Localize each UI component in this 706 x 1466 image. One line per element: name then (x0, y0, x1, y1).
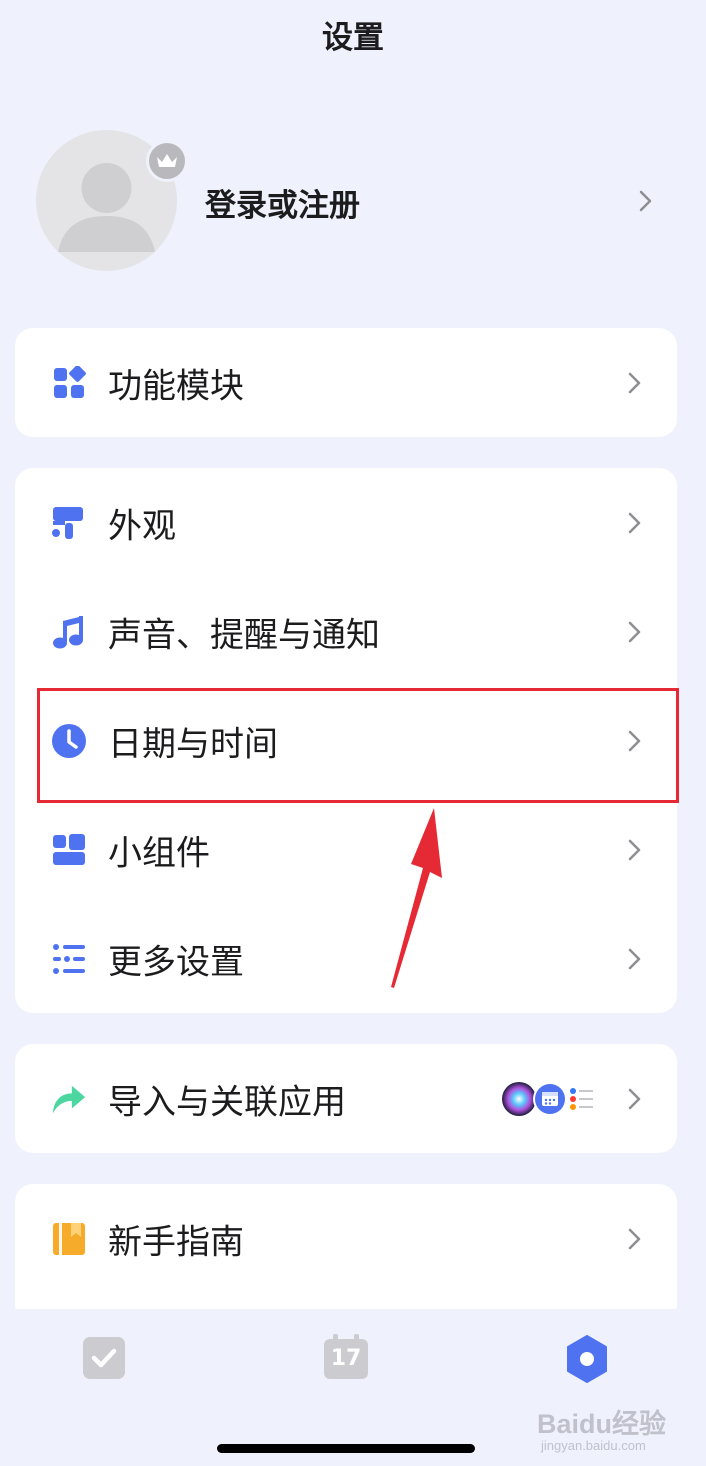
settings-item-more[interactable]: 更多设置 (15, 904, 677, 1013)
settings-item-label: 功能模块 (108, 366, 244, 406)
paint-roller-icon (51, 505, 87, 541)
chevron-right-icon (628, 1088, 641, 1109)
settings-item-label: 导入与关联应用 (108, 1082, 346, 1122)
book-icon (51, 1221, 87, 1257)
watermark: Baidu经验 jingyan.baidu.com (537, 1400, 697, 1464)
home-indicator (217, 1444, 475, 1453)
list-settings-icon (51, 941, 87, 977)
settings-item-label: 声音、提醒与通知 (108, 615, 380, 655)
settings-item-import[interactable]: 导入与关联应用 (15, 1044, 677, 1153)
tab-tasks[interactable] (81, 1335, 127, 1381)
chevron-right-icon (639, 190, 652, 212)
card-guide: 新手指南 (15, 1184, 677, 1324)
highlight-box (37, 688, 679, 803)
watermark-text: Baidu经验 (537, 1409, 667, 1439)
settings-item-label: 更多设置 (108, 942, 244, 982)
chevron-right-icon (628, 621, 641, 642)
watermark-subtext: jingyan.baidu.com (541, 1438, 646, 1453)
annotation-arrow (391, 808, 442, 988)
chevron-right-icon (628, 948, 641, 969)
settings-item-sound[interactable]: 声音、提醒与通知 (15, 577, 677, 686)
chevron-right-icon (628, 839, 641, 860)
tab-settings[interactable] (563, 1335, 611, 1383)
widgets-icon (51, 832, 87, 868)
grid-icon (51, 365, 87, 401)
chevron-right-icon (628, 372, 641, 393)
profile-row[interactable]: 登录或注册 (36, 128, 656, 273)
login-register-label: 登录或注册 (205, 188, 360, 224)
settings-item-label: 外观 (108, 506, 176, 546)
calendar-day: 17 (330, 1346, 362, 1371)
settings-item-label: 小组件 (108, 833, 210, 873)
music-note-icon (51, 614, 87, 650)
crown-icon (146, 140, 188, 182)
card-import: 导入与关联应用 (15, 1044, 677, 1153)
page-title: 设置 (322, 20, 384, 56)
settings-item-modules[interactable]: 功能模块 (15, 328, 677, 437)
settings-item-appearance[interactable]: 外观 (15, 468, 677, 577)
share-arrow-icon (51, 1081, 87, 1117)
settings-item-widgets[interactable]: 小组件 (15, 795, 677, 904)
chevron-right-icon (628, 512, 641, 533)
settings-item-guide[interactable]: 新手指南 (15, 1184, 677, 1293)
settings-item-label: 新手指南 (108, 1222, 244, 1262)
chevron-right-icon (628, 1228, 641, 1249)
card-modules: 功能模块 (15, 328, 677, 437)
linked-apps-icons (501, 1080, 595, 1118)
tab-calendar[interactable]: 17 (322, 1333, 370, 1381)
